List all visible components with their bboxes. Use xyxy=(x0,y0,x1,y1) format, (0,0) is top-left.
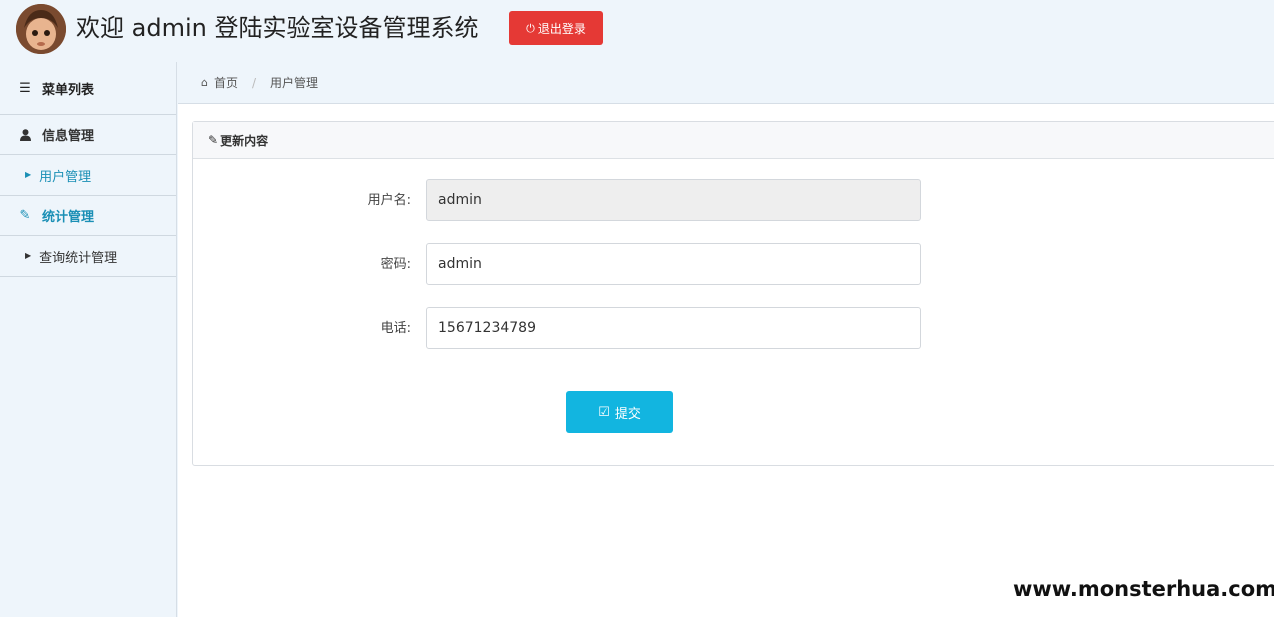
logout-button[interactable]: ⏻ 退出登录 xyxy=(509,11,603,45)
password-field[interactable]: admin xyxy=(426,243,921,285)
sidebar: ☰ 菜单列表 信息管理 ▶ 用户管理 ✎ 统计管理 ▶ 查询统计管理 xyxy=(0,62,177,617)
breadcrumb-current: 用户管理 xyxy=(270,76,319,90)
update-panel: ✎ 更新内容 用户名: admin 密码: admin 电话: 15671234… xyxy=(192,121,1274,466)
power-icon: ⏻ xyxy=(526,21,535,35)
username-label: 用户名: xyxy=(367,193,411,208)
check-square-icon: ☑ xyxy=(598,404,610,420)
breadcrumb-home[interactable]: 首页 xyxy=(214,74,238,91)
sidebar-group-label: 信息管理 xyxy=(42,129,95,144)
password-label: 密码: xyxy=(380,257,411,272)
username-field[interactable]: admin xyxy=(426,179,921,221)
list-icon: ☰ xyxy=(19,80,31,96)
sidebar-item-user-management[interactable]: ▶ 用户管理 xyxy=(0,155,176,196)
edit-icon: ✎ xyxy=(19,208,31,223)
watermark: www.monsterhua.com xyxy=(1013,560,1274,617)
submit-label: 提交 xyxy=(614,406,641,422)
phone-label: 电话: xyxy=(380,321,411,336)
panel-header: ✎ 更新内容 xyxy=(193,122,1274,159)
breadcrumb: ⌂ 首页 / 用户管理 xyxy=(178,62,1274,104)
panel-title: 更新内容 xyxy=(220,133,269,148)
caret-right-icon: ▶ xyxy=(25,170,32,179)
home-icon: ⌂ xyxy=(201,76,208,89)
sidebar-heading: ☰ 菜单列表 xyxy=(0,62,176,115)
user-avatar xyxy=(16,4,66,54)
main-content: ✎ 更新内容 用户名: admin 密码: admin 电话: 15671234… xyxy=(178,104,1274,617)
caret-right-icon: ▶ xyxy=(25,251,32,260)
submit-button[interactable]: ☑ 提交 xyxy=(566,391,673,433)
edit-icon: ✎ xyxy=(208,133,219,147)
user-icon xyxy=(18,128,32,141)
breadcrumb-separator: / xyxy=(252,75,257,90)
sidebar-item-label: 查询统计管理 xyxy=(39,250,118,266)
sidebar-group-label: 统计管理 xyxy=(42,210,95,225)
sidebar-group-statistics[interactable]: ✎ 统计管理 xyxy=(0,196,176,236)
sidebar-group-info[interactable]: 信息管理 xyxy=(0,115,176,155)
logout-label: 退出登录 xyxy=(537,21,586,36)
phone-field[interactable]: 15671234789 xyxy=(426,307,921,349)
top-header: 欢迎 admin 登陆实验室设备管理系统 ⏻ 退出登录 xyxy=(0,0,1274,60)
sidebar-item-label: 用户管理 xyxy=(39,169,92,185)
sidebar-item-query-statistics[interactable]: ▶ 查询统计管理 xyxy=(0,236,176,277)
app-title: 欢迎 admin 登陆实验室设备管理系统 xyxy=(76,14,479,42)
sidebar-heading-label: 菜单列表 xyxy=(42,82,95,98)
